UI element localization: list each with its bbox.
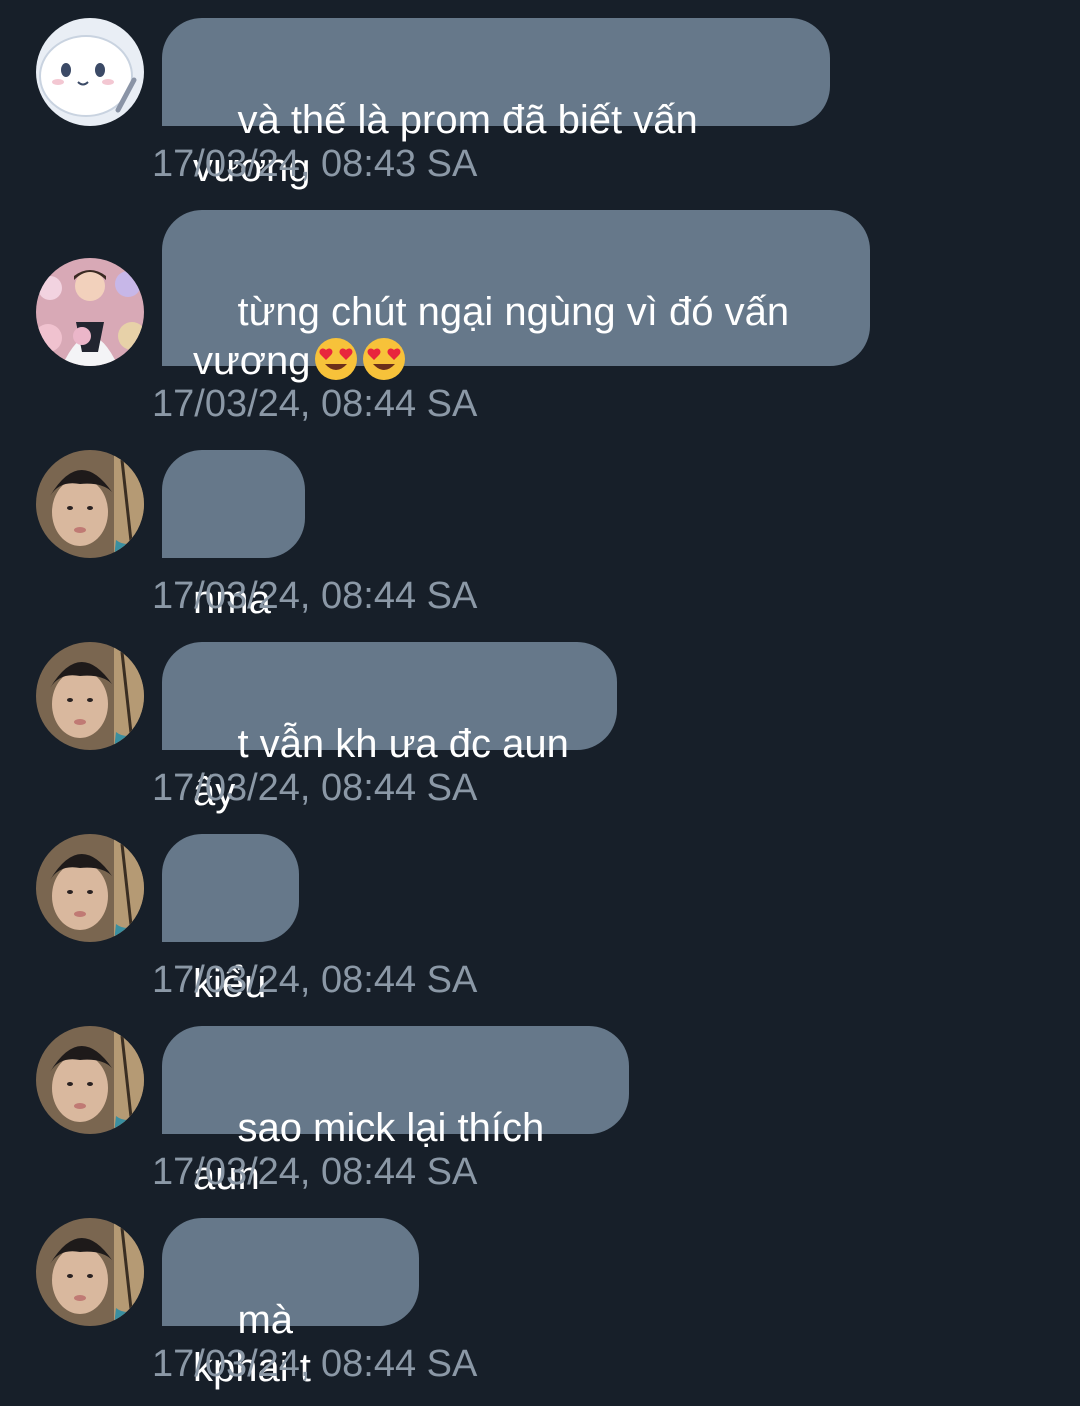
- person-avatar-icon: [36, 450, 144, 558]
- person-plush-avatar-icon: [36, 258, 144, 366]
- message-bubble[interactable]: từng chút ngại ngùng vì đó vấn vương: [162, 210, 870, 383]
- message-bubble[interactable]: kiểu: [162, 834, 299, 1006]
- avatar[interactable]: [36, 450, 144, 558]
- message-bubble[interactable]: nma: [162, 450, 305, 622]
- message-bubble[interactable]: t vẫn kh ưa đc aun ấy: [162, 642, 617, 814]
- heart-eyes-emoji-icon: [311, 338, 407, 383]
- avatar[interactable]: [36, 1218, 144, 1326]
- person-avatar-icon: [36, 1218, 144, 1326]
- person-avatar-icon: [36, 642, 144, 750]
- message-bubble[interactable]: mà kphai t: [162, 1218, 419, 1390]
- message-timestamp: 17/03/24, 08:43 SA: [152, 143, 478, 185]
- person-avatar-icon: [36, 1026, 144, 1134]
- message-timestamp: 17/03/24, 08:44 SA: [152, 575, 478, 617]
- message-text: từng chút ngại ngùng vì đó vấn vương: [193, 290, 790, 383]
- avatar[interactable]: [36, 642, 144, 750]
- message-bubble[interactable]: và thế là prom đã biết vấn vương: [162, 18, 830, 190]
- message-timestamp: 17/03/24, 08:44 SA: [152, 767, 478, 809]
- message-timestamp: 17/03/24, 08:44 SA: [152, 383, 478, 425]
- avatar[interactable]: [36, 258, 144, 366]
- message-timestamp: 17/03/24, 08:44 SA: [152, 1151, 478, 1193]
- person-avatar-icon: [36, 834, 144, 942]
- cartoon-avatar-icon: [36, 18, 144, 126]
- avatar[interactable]: [36, 834, 144, 942]
- message-timestamp: 17/03/24, 08:44 SA: [152, 959, 478, 1001]
- message-bubble[interactable]: sao mick lại thích aun: [162, 1026, 629, 1198]
- avatar[interactable]: [36, 18, 144, 126]
- avatar[interactable]: [36, 1026, 144, 1134]
- message-timestamp: 17/03/24, 08:44 SA: [152, 1343, 478, 1385]
